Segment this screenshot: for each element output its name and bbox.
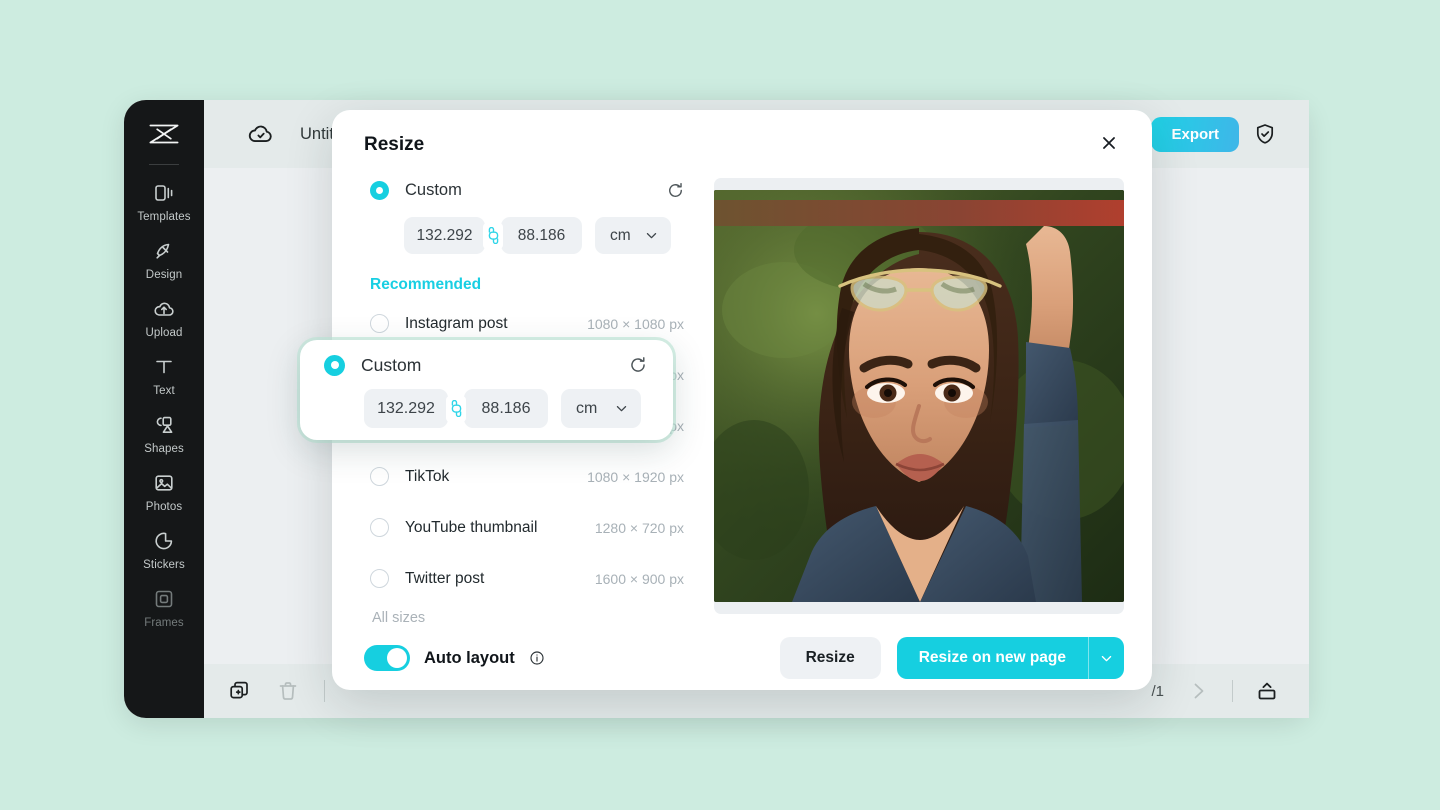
popup-radio-wrap: Custom bbox=[324, 354, 422, 376]
sidebar-item-stickers[interactable]: Stickers bbox=[128, 519, 200, 577]
preset-radio[interactable] bbox=[370, 569, 389, 588]
portrait-photo-woman-sunglasses bbox=[714, 190, 1124, 602]
export-button[interactable]: Export bbox=[1151, 116, 1239, 152]
divider bbox=[324, 680, 325, 702]
preset-row[interactable]: Twitter post 1600 × 900 px bbox=[364, 553, 690, 604]
preset-name: Instagram post bbox=[405, 314, 508, 332]
preset-row[interactable]: TikTok 1080 × 1920 px bbox=[364, 451, 690, 502]
sidebar-label: Stickers bbox=[143, 559, 185, 571]
sidebar-label: Upload bbox=[145, 327, 183, 339]
preset-radio[interactable] bbox=[370, 467, 389, 486]
design-icon bbox=[152, 239, 176, 263]
dialog-title: Resize bbox=[364, 134, 425, 155]
preset-name: TikTok bbox=[405, 467, 450, 485]
present-icon[interactable] bbox=[1255, 679, 1279, 703]
resize-on-new-page-button[interactable]: Resize on new page bbox=[896, 637, 1088, 679]
divider bbox=[1232, 680, 1233, 702]
popup-dimension-row: cm bbox=[364, 389, 651, 428]
sidebar-item-text[interactable]: Text bbox=[128, 345, 200, 403]
resize-on-new-page-group: Resize on new page bbox=[896, 637, 1124, 679]
auto-layout-toggle[interactable] bbox=[364, 645, 410, 671]
popup-custom-label: Custom bbox=[361, 354, 422, 375]
preview-column bbox=[714, 172, 1124, 626]
custom-size-option[interactable]: Custom bbox=[364, 172, 690, 201]
auto-layout-control: Auto layout bbox=[364, 645, 545, 671]
popup-custom-option[interactable]: Custom bbox=[322, 344, 651, 376]
custom-radio-wrap: Custom bbox=[370, 181, 462, 200]
shapes-icon bbox=[152, 413, 176, 437]
preview-panel bbox=[714, 178, 1124, 614]
stickers-icon bbox=[152, 529, 176, 553]
sidebar-item-templates[interactable]: Templates bbox=[128, 171, 200, 229]
preset-size: 1280 × 720 px bbox=[594, 519, 684, 536]
frames-icon bbox=[152, 587, 176, 611]
popup-unit-value: cm bbox=[576, 399, 598, 417]
recommended-heading: Recommended bbox=[370, 276, 482, 293]
close-icon[interactable] bbox=[1098, 132, 1124, 158]
custom-dimension-row: cm bbox=[404, 217, 690, 254]
footer-actions: Resize Resize on new page bbox=[779, 637, 1124, 679]
custom-label: Custom bbox=[405, 181, 462, 199]
preset-row[interactable]: YouTube thumbnail 1280 × 720 px bbox=[364, 502, 690, 553]
sidebar-label: Text bbox=[153, 385, 175, 397]
popup-unit-select[interactable]: cm bbox=[561, 389, 641, 428]
sidebar-item-frames[interactable]: Frames bbox=[128, 577, 200, 635]
preset-radio[interactable] bbox=[370, 314, 389, 333]
custom-size-popup: Custom cm bbox=[300, 340, 673, 440]
cloud-saved-icon bbox=[248, 121, 274, 147]
dialog-header: Resize bbox=[332, 110, 1152, 158]
app-frame: Untitled Export /1 Templates Design Uplo… bbox=[0, 0, 1440, 810]
popup-link-icon[interactable] bbox=[446, 395, 466, 422]
add-page-icon[interactable] bbox=[228, 679, 252, 703]
shield-check-icon[interactable] bbox=[1253, 122, 1277, 146]
upload-icon bbox=[152, 297, 176, 321]
sidebar-item-design[interactable]: Design bbox=[128, 229, 200, 287]
text-icon bbox=[152, 355, 176, 379]
left-sidebar: Templates Design Upload Text Shapes Phot… bbox=[124, 100, 204, 718]
preset-size: 1600 × 900 px bbox=[594, 570, 684, 587]
dialog-footer: Auto layout Resize Resize on new page bbox=[332, 626, 1152, 690]
preset-name: YouTube thumbnail bbox=[405, 518, 538, 536]
link-icon[interactable] bbox=[483, 222, 503, 249]
photos-icon bbox=[152, 471, 176, 495]
unit-select[interactable]: cm bbox=[595, 217, 671, 254]
preset-radio[interactable] bbox=[370, 518, 389, 537]
chevron-down-icon bbox=[644, 228, 659, 243]
sidebar-item-shapes[interactable]: Shapes bbox=[128, 403, 200, 461]
sidebar-label: Templates bbox=[137, 211, 191, 223]
trash-icon[interactable] bbox=[276, 679, 300, 703]
bottom-bar-right-tools: /1 bbox=[1151, 679, 1279, 703]
sidebar-item-upload[interactable]: Upload bbox=[128, 287, 200, 345]
preset-size: 1080 × 1080 px bbox=[587, 315, 684, 332]
preset-size: 1080 × 1920 px bbox=[587, 468, 684, 485]
sidebar-item-photos[interactable]: Photos bbox=[128, 461, 200, 519]
preset-name: Twitter post bbox=[405, 569, 485, 587]
sidebar-label: Shapes bbox=[144, 443, 184, 455]
popup-reset-icon[interactable] bbox=[627, 354, 649, 376]
chevron-down-icon bbox=[614, 401, 629, 416]
sidebar-label: Photos bbox=[145, 501, 183, 513]
unit-value: cm bbox=[610, 226, 631, 244]
width-input[interactable] bbox=[404, 217, 485, 254]
popup-custom-radio[interactable] bbox=[324, 354, 345, 376]
capcut-logo[interactable] bbox=[144, 116, 184, 152]
sidebar-divider bbox=[149, 164, 179, 165]
height-input[interactable] bbox=[501, 217, 582, 254]
page-indicator: /1 bbox=[1151, 682, 1164, 700]
all-sizes-link[interactable]: All sizes bbox=[372, 610, 690, 626]
templates-icon bbox=[152, 181, 176, 205]
chevron-right-icon[interactable] bbox=[1186, 679, 1210, 703]
chevron-down-icon[interactable] bbox=[1088, 637, 1124, 679]
auto-layout-label: Auto layout bbox=[424, 648, 515, 667]
sidebar-label: Design bbox=[145, 269, 183, 281]
popup-height-input[interactable] bbox=[464, 389, 548, 428]
reset-icon[interactable] bbox=[665, 180, 686, 201]
popup-width-input[interactable] bbox=[364, 389, 448, 428]
sidebar-label: Frames bbox=[144, 617, 184, 629]
top-bar-actions: Export bbox=[1151, 116, 1277, 152]
info-icon[interactable] bbox=[529, 650, 545, 666]
custom-radio[interactable] bbox=[370, 181, 389, 200]
resize-button[interactable]: Resize bbox=[779, 637, 881, 679]
bottom-bar-left-tools bbox=[228, 679, 325, 703]
